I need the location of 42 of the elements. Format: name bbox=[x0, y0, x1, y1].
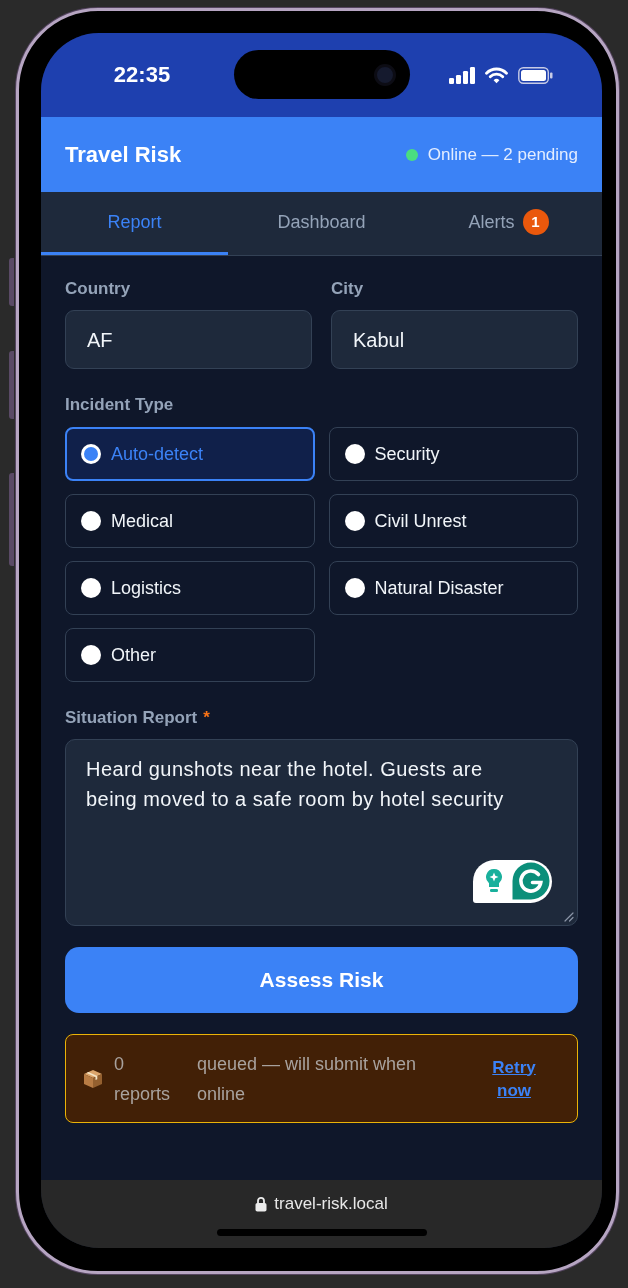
logo-icon bbox=[512, 862, 550, 901]
queue-message: queued — will submit when online bbox=[197, 1052, 418, 1106]
resize-grip-icon[interactable] bbox=[563, 911, 574, 922]
tab[interactable]: Alerts 1 bbox=[415, 192, 602, 255]
incident-option[interactable]: Logistics bbox=[65, 561, 315, 615]
incident-option[interactable]: Medical bbox=[65, 494, 315, 548]
radio-icon[interactable] bbox=[344, 511, 365, 531]
status-time: 22:35 bbox=[112, 62, 172, 88]
field-label: City bbox=[331, 278, 365, 300]
queue-count: 0 reports bbox=[114, 1052, 172, 1106]
lock-icon bbox=[255, 1196, 268, 1212]
radio-icon[interactable] bbox=[344, 578, 365, 598]
incident-option[interactable]: Civil Unrest bbox=[328, 494, 578, 548]
radio-icon[interactable] bbox=[81, 578, 101, 598]
radio-icon[interactable] bbox=[344, 444, 365, 464]
country-field[interactable]: AF bbox=[65, 310, 312, 369]
incident-option[interactable]: Other bbox=[65, 628, 315, 682]
city-field[interactable]: Kabul bbox=[331, 310, 578, 369]
incident-option[interactable]: Natural Disaster bbox=[328, 561, 578, 615]
retry-link[interactable]: Retry now bbox=[474, 1055, 554, 1102]
package-icon bbox=[82, 1067, 104, 1090]
field-label: Situation Report bbox=[65, 707, 198, 729]
assess-risk-button[interactable]: Assess Risk bbox=[65, 947, 578, 1013]
count-badge: 1 bbox=[522, 209, 549, 235]
signal-icon bbox=[449, 66, 475, 84]
incident-option[interactable]: Auto-detect bbox=[65, 427, 315, 481]
incident-option[interactable]: Security bbox=[328, 427, 578, 481]
situation-report-field[interactable]: Heard gunshots near the hotel. Guests are being moved to a safe room by hotel security bbox=[65, 739, 578, 926]
radio-icon[interactable] bbox=[81, 645, 101, 665]
app-title: Travel Risk bbox=[65, 141, 182, 169]
tab[interactable]: Dashboard bbox=[228, 192, 415, 255]
writing-assistant-widget[interactable] bbox=[473, 860, 552, 903]
battery-icon bbox=[518, 66, 553, 84]
wifi-icon bbox=[485, 66, 508, 84]
required-mark: * bbox=[203, 707, 210, 729]
field-label: Incident Type bbox=[65, 394, 175, 416]
radio-icon[interactable] bbox=[81, 511, 101, 531]
field-label: Country bbox=[65, 278, 132, 300]
lightbulb-icon bbox=[485, 868, 503, 895]
url-text[interactable]: travel-risk.local bbox=[274, 1193, 388, 1215]
connection-status: Online — 2 pending bbox=[427, 143, 578, 166]
radio-icon[interactable] bbox=[81, 444, 101, 464]
